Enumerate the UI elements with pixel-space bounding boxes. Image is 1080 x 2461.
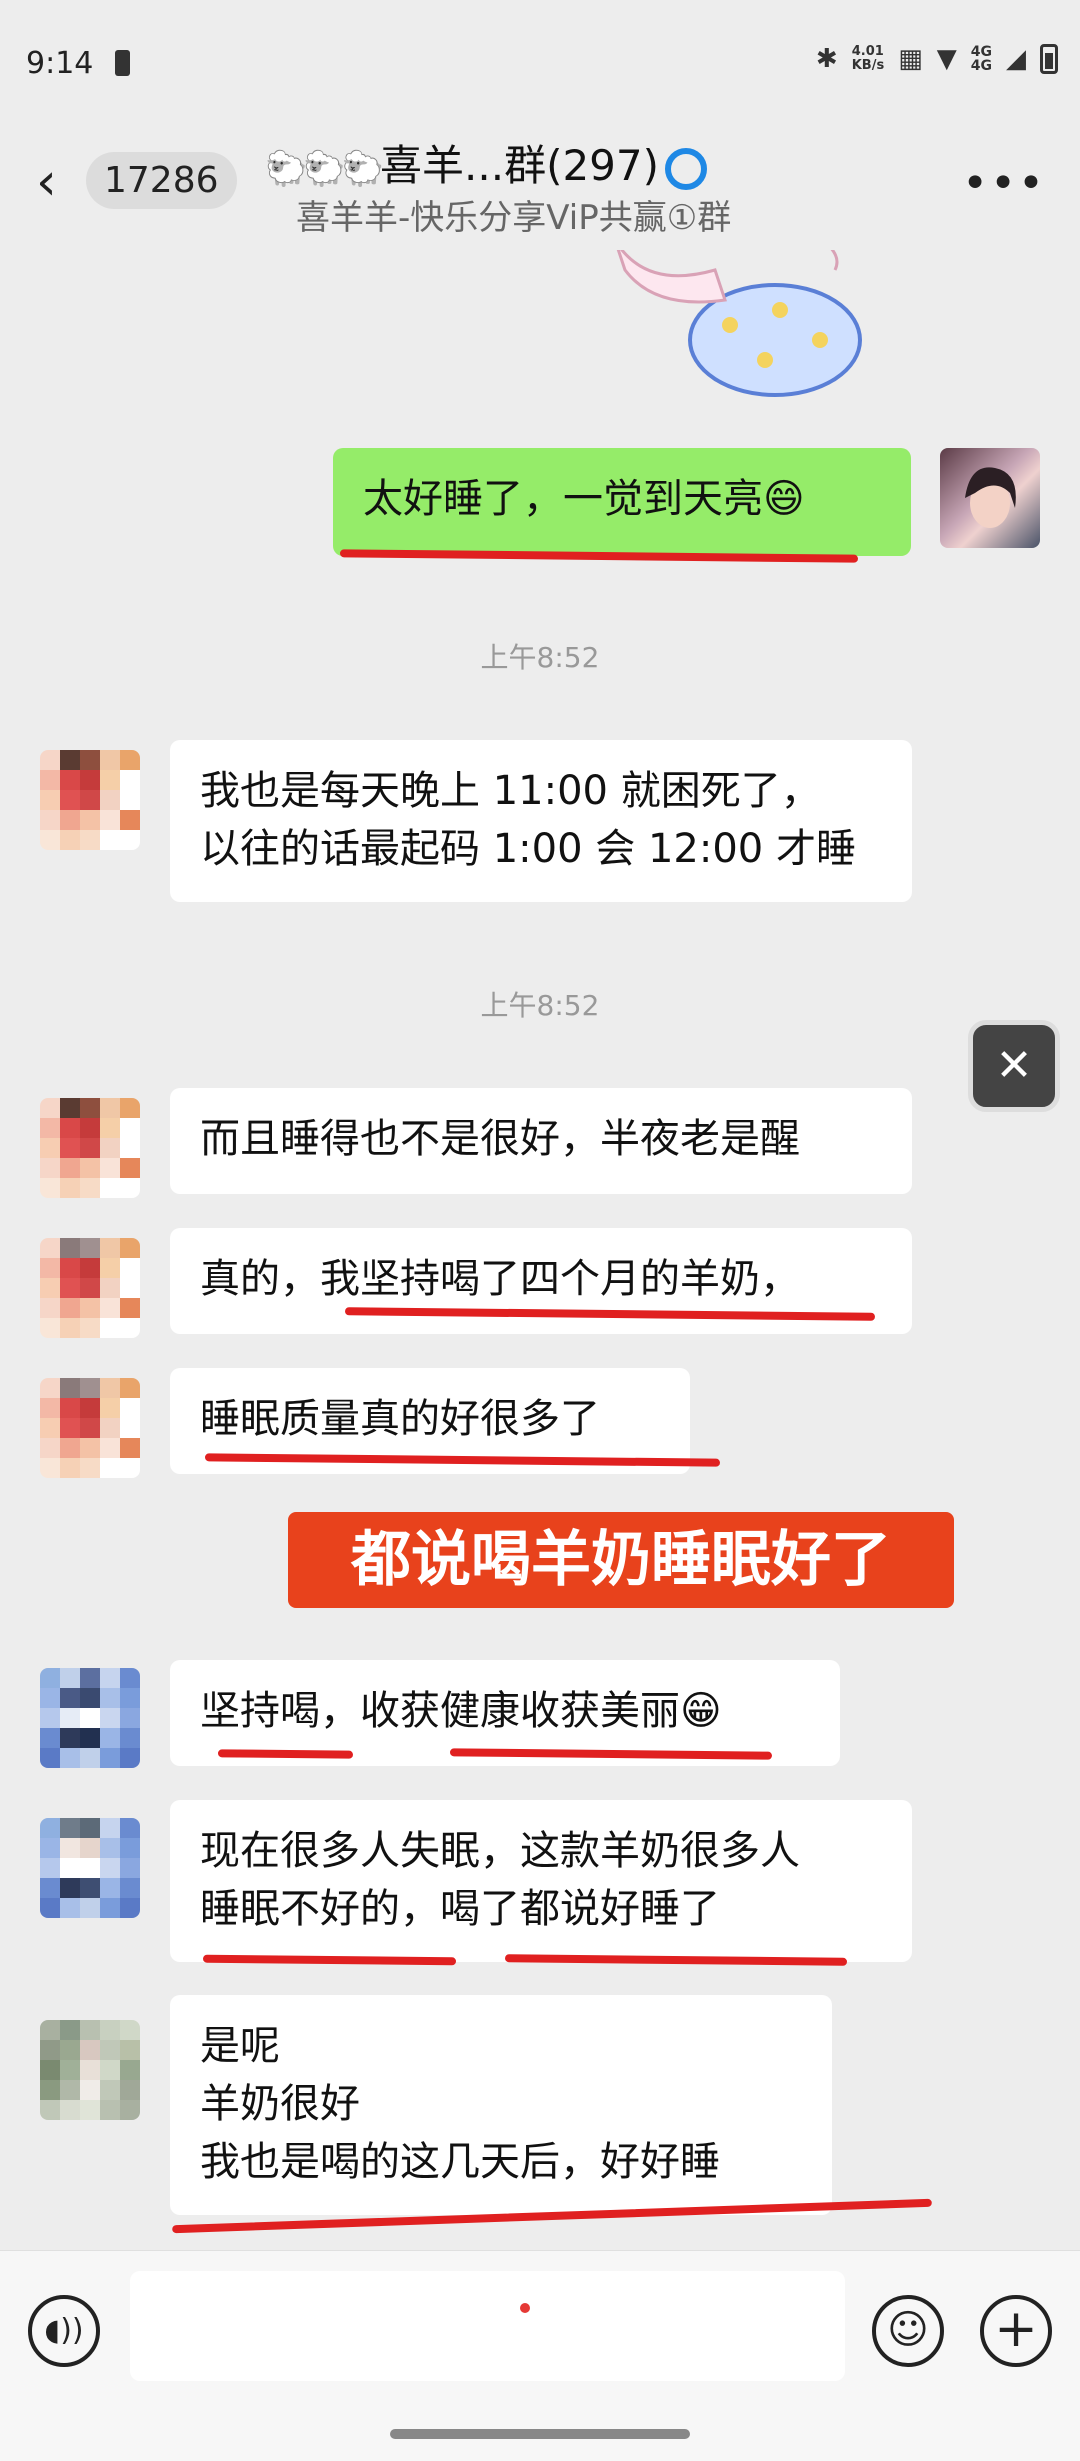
chat-title[interactable]: 🐑🐑🐑喜羊...群(297) bbox=[265, 132, 708, 193]
more-dots-icon[interactable]: ••• bbox=[962, 158, 1046, 209]
timestamp: 上午8:52 bbox=[480, 989, 600, 1022]
hd-icon: ▦ bbox=[898, 44, 923, 74]
message-line: 现在很多人失眠，这款羊奶很多人 bbox=[200, 1828, 800, 1874]
message-line: 是呢 bbox=[200, 2023, 280, 2069]
chat-subtitle: 喜羊羊-快乐分享ViP共赢①群 bbox=[296, 198, 732, 238]
my-avatar[interactable] bbox=[940, 448, 1040, 548]
message-line: 睡眠不好的，喝了都说好睡了 bbox=[200, 1886, 720, 1932]
message-bubble[interactable]: 是呢 羊奶很好 我也是喝的这几天后，好好睡 bbox=[170, 1995, 832, 2215]
bluetooth-icon: ✱ bbox=[815, 44, 838, 74]
chat-header: ‹ 17286 🐑🐑🐑喜羊...群(297) 喜羊羊-快乐分享ViP共赢①群 •… bbox=[0, 130, 1080, 250]
highlight-underline bbox=[217, 1749, 354, 1759]
plus-icon[interactable]: + bbox=[980, 2295, 1052, 2367]
highlight-underline bbox=[202, 1954, 457, 1966]
avatar-2[interactable] bbox=[40, 1668, 140, 1768]
avatar-1[interactable] bbox=[40, 1098, 140, 1198]
promo-banner: 都说喝羊奶睡眠好了 bbox=[288, 1512, 954, 1608]
signal-icon: 4G 4G bbox=[970, 44, 992, 74]
status-bar: 9:14 ✱ 4.01 KB/s ▦ ▼ 4G 4G ◢ bbox=[0, 0, 1080, 130]
emoji-icon[interactable]: ☺ bbox=[872, 2295, 944, 2367]
wifi-icon: ▼ bbox=[936, 44, 957, 74]
message-bubble-mine[interactable]: 太好睡了，一觉到天亮😄 bbox=[333, 448, 911, 556]
group-name: 喜羊...群(297) bbox=[380, 141, 660, 190]
message-line: 羊奶很好 bbox=[200, 2081, 360, 2127]
capcut-icon[interactable]: ✕ bbox=[968, 1020, 1060, 1112]
input-bar: ◖)) ☺ + bbox=[0, 2250, 1080, 2461]
chevron-left-icon[interactable]: ‹ bbox=[36, 156, 57, 208]
message-bubble[interactable]: 现在很多人失眠，这款羊奶很多人 睡眠不好的，喝了都说好睡了 bbox=[170, 1800, 912, 1962]
net-speed: 4.01 KB/s bbox=[851, 44, 885, 73]
timestamp: 上午8:52 bbox=[480, 641, 600, 674]
signal-bars-icon: ◢ bbox=[1006, 44, 1026, 74]
home-indicator[interactable] bbox=[390, 2429, 690, 2439]
cursor-dot bbox=[520, 2303, 530, 2313]
message-bubble[interactable]: 而且睡得也不是很好，半夜老是醒 bbox=[170, 1088, 912, 1194]
unread-count-badge[interactable]: 17286 bbox=[86, 152, 237, 209]
message-line: 我也是每天晚上 11:00 就困死了， bbox=[200, 768, 821, 814]
battery-icon bbox=[1040, 44, 1058, 74]
avatar-1[interactable] bbox=[40, 1238, 140, 1338]
status-time: 9:14 bbox=[26, 46, 94, 81]
sticker-image[interactable] bbox=[605, 250, 865, 400]
message-list[interactable]: 太好睡了，一觉到天亮😄 上午8:52 我也是每天晚上 11:00 就困死了， 以… bbox=[0, 250, 1080, 2250]
avatar-1[interactable] bbox=[40, 750, 140, 850]
message-line: 我也是喝的这几天后，好好睡 bbox=[200, 2139, 720, 2185]
group-badge-icon bbox=[665, 147, 708, 190]
message-line: 以往的话最起码 1:00 会 12:00 才睡 bbox=[200, 826, 856, 872]
voice-icon[interactable]: ◖)) bbox=[28, 2295, 100, 2367]
notification-icon bbox=[115, 50, 130, 76]
avatar-3[interactable] bbox=[40, 2020, 140, 2120]
message-bubble[interactable]: 我也是每天晚上 11:00 就困死了， 以往的话最起码 1:00 会 12:00… bbox=[170, 740, 912, 902]
avatar-2[interactable] bbox=[40, 1818, 140, 1918]
sheep-emoji: 🐑🐑🐑 bbox=[265, 149, 384, 189]
status-icons: ✱ 4.01 KB/s ▦ ▼ 4G 4G ◢ bbox=[816, 44, 1058, 74]
message-input[interactable] bbox=[130, 2271, 845, 2381]
avatar-1[interactable] bbox=[40, 1378, 140, 1478]
